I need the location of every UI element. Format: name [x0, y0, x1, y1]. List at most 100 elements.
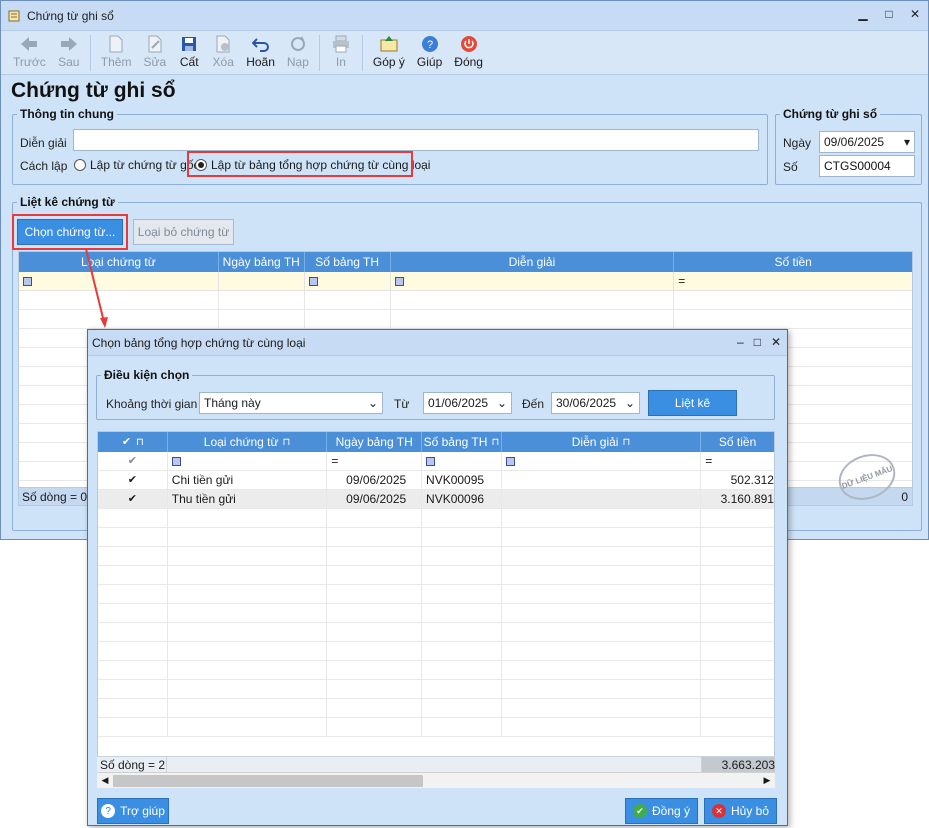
reload-button[interactable]: Nạp [281, 33, 315, 69]
highlight-box [187, 151, 413, 177]
description-label: Diễn giải [20, 136, 67, 150]
col-type[interactable]: Loại chứng từ [19, 252, 219, 272]
feedback-button[interactable]: Góp ý [367, 33, 411, 69]
help-button[interactable]: ? Trợ giúp [97, 798, 169, 824]
table-row[interactable]: ✔ Thu tiền gửi 09/06/2025 NVK00096 3.160… [98, 490, 774, 509]
list-legend: Liệt kê chứng từ [20, 195, 115, 209]
col-date[interactable]: Ngày bảng TH [219, 252, 305, 272]
delete-icon [215, 33, 231, 55]
number-label: Số [783, 160, 798, 174]
period-select[interactable]: Tháng này ⌄ [199, 392, 383, 414]
filter-icon [171, 456, 181, 466]
minimize-icon[interactable]: ▁ [856, 7, 870, 21]
radio-icon [74, 159, 86, 171]
from-date-picker[interactable]: 01/06/2025 ⌄ [423, 392, 512, 414]
prev-button[interactable]: Trước [7, 33, 52, 69]
date-picker[interactable]: 09/06/2025 ▾ [819, 131, 915, 153]
table-row [98, 661, 774, 680]
feedback-icon [379, 33, 399, 55]
new-document-icon [108, 33, 124, 55]
scroll-right-icon[interactable]: ▶ [759, 775, 775, 786]
total-amount: 0 [901, 489, 908, 504]
floppy-disk-icon [181, 33, 197, 55]
edit-button[interactable]: Sửa [137, 33, 172, 69]
equals-filter-icon: = [678, 274, 686, 288]
from-label: Từ [394, 397, 410, 411]
dialog-title: Chọn bảng tổng hợp chứng từ cùng loại [92, 335, 306, 350]
col-select-all[interactable]: ✔ ⊓ [98, 432, 168, 452]
col-amount[interactable]: Số tiền [701, 432, 774, 452]
maximize-icon[interactable]: □ [882, 7, 896, 21]
table-row [98, 528, 774, 547]
checkbox-icon: ✔ [127, 454, 137, 467]
total-amount: 3.663.203 [702, 757, 775, 772]
refresh-icon [289, 33, 307, 55]
minimize-icon[interactable]: – [737, 335, 744, 349]
number-input[interactable]: CTGS00004 [819, 155, 915, 177]
table-row [98, 547, 774, 566]
printer-icon [331, 33, 351, 55]
col-number[interactable]: Số bảng TH ⊓ [422, 432, 502, 452]
equals-filter-icon: = [331, 454, 339, 468]
col-description[interactable]: Diễn giải [391, 252, 675, 272]
col-type[interactable]: Loại chứng từ ⊓ [168, 432, 328, 452]
print-button[interactable]: In [324, 33, 358, 69]
close-button[interactable]: Đóng [448, 33, 489, 69]
checkbox-checked-icon[interactable]: ✔ [121, 436, 132, 448]
to-label: Đến [522, 397, 545, 411]
table-row[interactable]: ✔ Chi tiền gửi 09/06/2025 NVK00095 502.3… [98, 471, 774, 490]
row-count: Số dòng = 2 [97, 757, 167, 772]
close-icon[interactable]: ✕ [771, 335, 781, 349]
filter-icon [426, 456, 436, 466]
arrow-left-icon [19, 33, 39, 55]
col-date[interactable]: Ngày bảng TH [327, 432, 423, 452]
undo-button[interactable]: Hoãn [240, 33, 281, 69]
list-button[interactable]: Liệt kê [648, 390, 737, 416]
arrow-right-icon [59, 33, 79, 55]
pin-icon: ⊓ [135, 436, 144, 448]
scroll-left-icon[interactable]: ◀ [97, 775, 113, 786]
radio-from-source[interactable]: Lập từ chứng từ gốc [74, 158, 200, 172]
method-label: Cách lập [20, 159, 68, 173]
title-bar: Chứng từ ghi sổ [1, 1, 928, 31]
table-row [19, 310, 912, 329]
close-icon[interactable]: ✕ [908, 7, 922, 21]
add-button[interactable]: Thêm [95, 33, 138, 69]
app-icon [7, 9, 21, 23]
filter-icon [308, 276, 318, 286]
maximize-icon[interactable]: □ [754, 335, 761, 349]
period-label: Khoảng thời gian [106, 397, 198, 411]
toolbar: Trước Sau Thêm Sửa Cất Xóa Hoãn Nạp In G… [1, 31, 928, 75]
table-row [98, 566, 774, 585]
to-date-picker[interactable]: 30/06/2025 ⌄ [551, 392, 640, 414]
checkbox-checked-icon: ✔ [127, 473, 137, 486]
col-amount[interactable]: Số tiền [674, 252, 912, 272]
table-row [98, 585, 774, 604]
dropdown-arrow-icon: ▾ [903, 135, 910, 149]
col-description[interactable]: Diễn giải ⊓ [502, 432, 702, 452]
save-button[interactable]: Cất [172, 33, 206, 69]
page-title: Chứng từ ghi sổ [11, 79, 176, 102]
filter-row: ✔ = = [98, 452, 774, 471]
cancel-button[interactable]: ✕ Hủy bỏ [704, 798, 777, 824]
table-row [98, 509, 774, 528]
pin-icon: ⊓ [491, 436, 500, 448]
date-label: Ngày [783, 136, 812, 150]
ok-button[interactable]: ✔ Đồng ý [625, 798, 698, 824]
table-row [98, 699, 774, 718]
row-count: Số dòng = 0 [22, 489, 88, 504]
delete-button[interactable]: Xóa [206, 33, 240, 69]
next-button[interactable]: Sau [52, 33, 86, 69]
col-number[interactable]: Số bảng TH [305, 252, 391, 272]
help-button[interactable]: ? Giúp [411, 33, 448, 69]
horizontal-scrollbar[interactable]: ◀ ▶ [97, 772, 775, 788]
description-input[interactable] [73, 129, 759, 151]
power-icon [460, 33, 478, 55]
grid-header: Loại chứng từ Ngày bảng TH Số bảng TH Di… [19, 252, 912, 272]
remove-vouchers-button[interactable]: Loại bỏ chứng từ [133, 219, 234, 245]
equals-filter-icon: = [705, 454, 713, 468]
scrollbar-thumb[interactable] [113, 774, 423, 787]
filter-row: = [19, 272, 912, 291]
table-row [98, 718, 774, 737]
condition-legend: Điều kiện chọn [104, 368, 190, 382]
